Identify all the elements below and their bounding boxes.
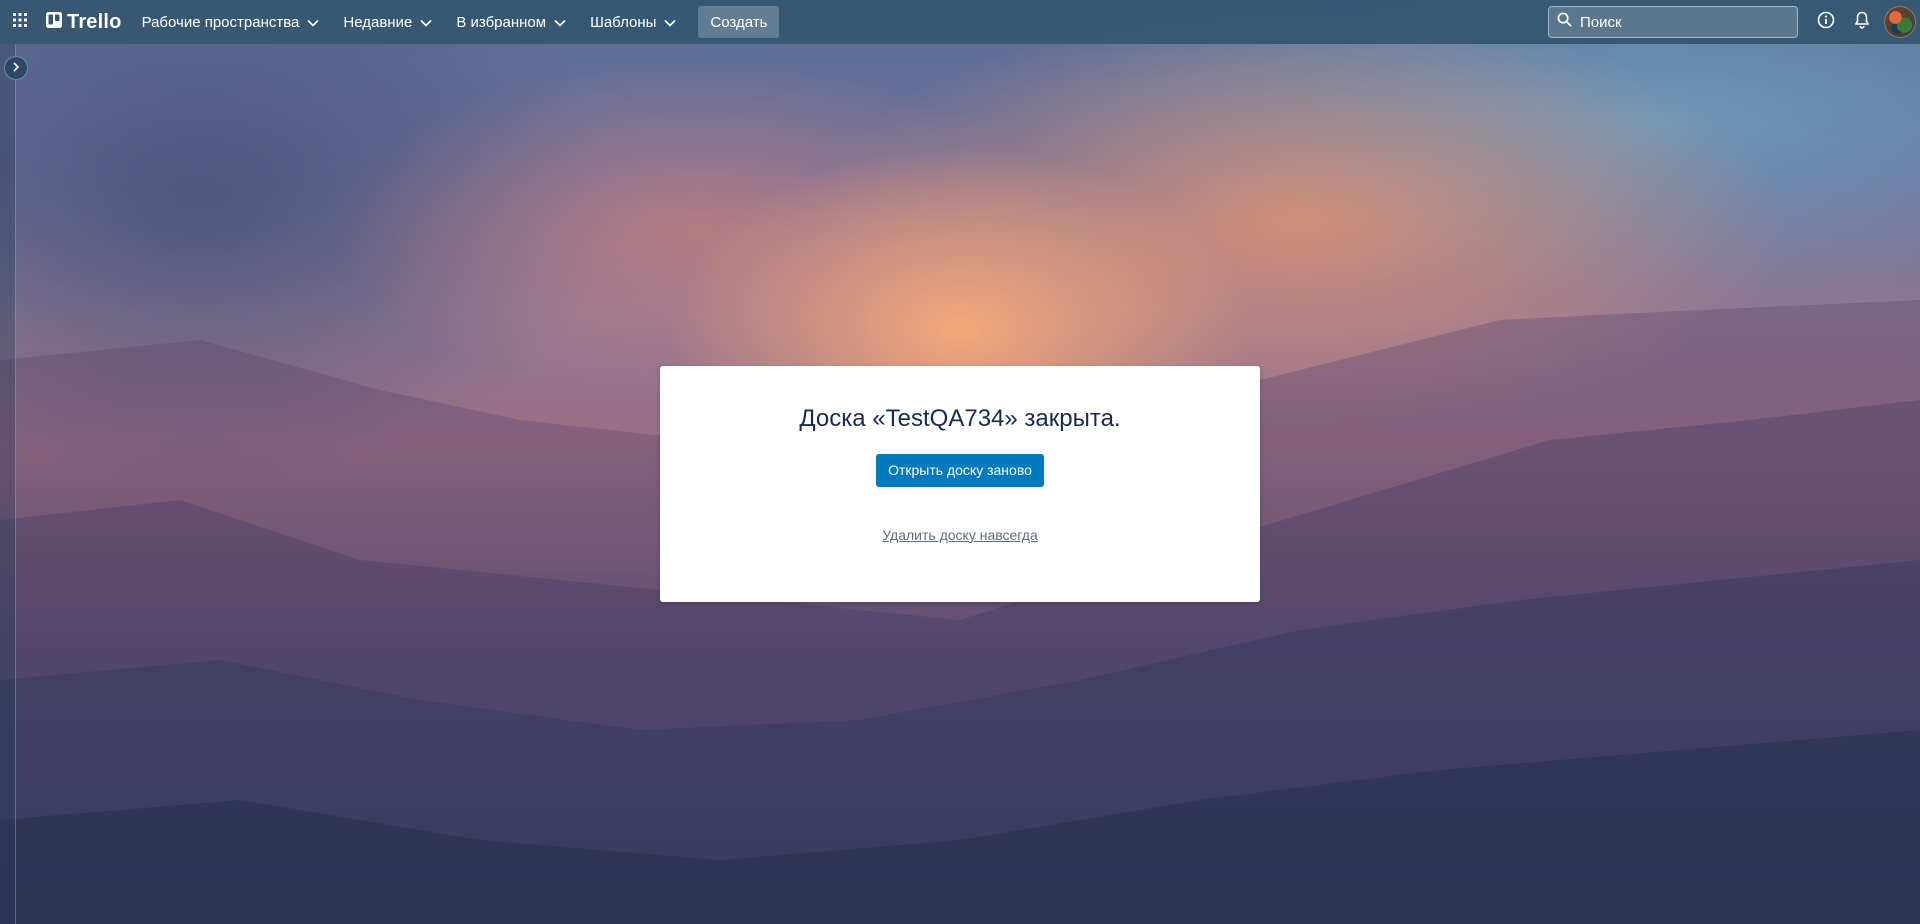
top-navigation-bar: Trello Рабочие пространства Недавние В и… (0, 0, 1920, 44)
search-input[interactable] (1578, 12, 1782, 32)
trello-logo-icon (46, 11, 62, 33)
delete-board-permanently-link[interactable]: Удалить доску навсегда (660, 527, 1260, 543)
user-avatar[interactable] (1884, 6, 1916, 38)
board-page: Trello Рабочие пространства Недавние В и… (0, 0, 1920, 924)
app-switcher-button[interactable] (4, 6, 36, 38)
board-closed-title: Доска «TestQA734» закрыта. (799, 405, 1121, 432)
create-button[interactable]: Создать (698, 6, 780, 38)
nav-recent-label: Недавние (343, 13, 413, 31)
board-closed-dialog: Доска «TestQA734» закрыта. Открыть доску… (660, 366, 1260, 602)
logo-text: Trello (67, 10, 122, 33)
nav-workspaces-dropdown[interactable]: Рабочие пространства (132, 6, 330, 38)
nav-templates-dropdown[interactable]: Шаблоны (580, 6, 686, 38)
chevron-down-icon (664, 14, 676, 31)
sidebar-expand-button[interactable] (4, 56, 28, 80)
bell-icon (1854, 11, 1870, 34)
search-box[interactable] (1548, 6, 1798, 38)
notifications-button[interactable] (1846, 6, 1878, 38)
chevron-down-icon (307, 14, 319, 31)
collapsed-sidebar (0, 44, 16, 924)
info-button[interactable] (1810, 6, 1842, 38)
search-icon (1557, 12, 1572, 32)
chevron-right-icon (12, 59, 20, 77)
nav-workspaces-label: Рабочие пространства (141, 13, 300, 31)
nav-starred-dropdown[interactable]: В избранном (446, 6, 576, 38)
info-icon (1817, 11, 1835, 34)
nav-starred-label: В избранном (456, 13, 547, 31)
chevron-down-icon (420, 14, 432, 31)
reopen-board-button[interactable]: Открыть доску заново (876, 454, 1044, 487)
chevron-down-icon (554, 14, 566, 31)
nav-recent-dropdown[interactable]: Недавние (333, 6, 442, 38)
nav-templates-label: Шаблоны (590, 13, 657, 31)
trello-logo-home-link[interactable]: Trello (40, 6, 128, 38)
grid-icon (12, 12, 28, 33)
